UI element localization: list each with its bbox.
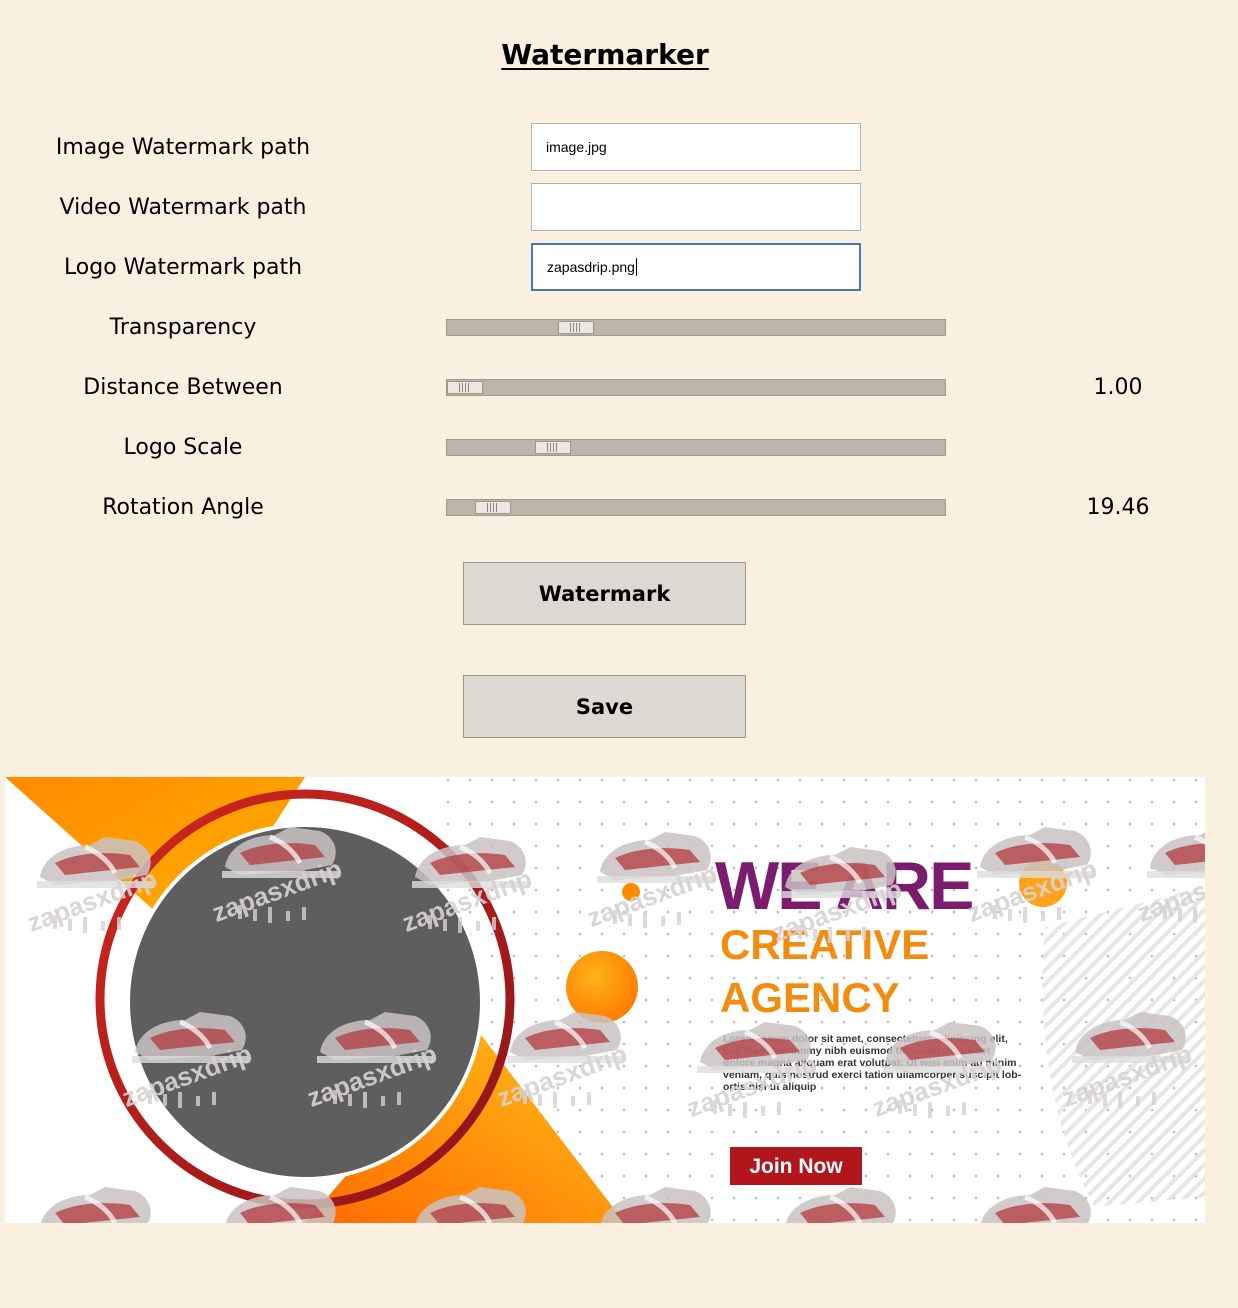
- grip-icon: [487, 503, 499, 512]
- transparency-slider-thumb[interactable]: [558, 321, 594, 334]
- rotation-angle-value: 19.46: [1086, 495, 1150, 520]
- logo-watermark-path-input[interactable]: zapasdrip.png: [531, 243, 861, 291]
- distance-between-label: Distance Between: [83, 375, 283, 400]
- video-watermark-path-label: Video Watermark path: [59, 195, 307, 220]
- watermarked-preview-image: zapasxdrip WE ARE CREATIVE AGENCY Lorem …: [5, 777, 1205, 1223]
- logo-watermark-path-value: zapasdrip.png: [547, 259, 635, 275]
- preview-line3: AGENCY: [720, 974, 900, 1021]
- logo-scale-slider[interactable]: [446, 439, 946, 456]
- distance-between-slider[interactable]: [446, 379, 946, 396]
- image-watermark-path-input[interactable]: image.jpg: [531, 123, 861, 171]
- grip-icon: [459, 383, 471, 392]
- preview-canvas: zapasxdrip WE ARE CREATIVE AGENCY Lorem …: [5, 777, 1205, 1223]
- grip-icon: [547, 443, 559, 452]
- transparency-label: Transparency: [109, 315, 257, 340]
- text-caret: [635, 258, 637, 276]
- rotation-angle-label: Rotation Angle: [102, 495, 264, 520]
- rotation-angle-slider-thumb[interactable]: [475, 501, 511, 514]
- image-watermark-path-label: Image Watermark path: [55, 135, 311, 160]
- logo-scale-label: Logo Scale: [123, 435, 243, 460]
- watermark-button[interactable]: Watermark: [463, 562, 746, 625]
- distance-between-value: 1.00: [1093, 375, 1143, 400]
- logo-watermark-path-label: Logo Watermark path: [63, 255, 303, 280]
- grip-icon: [570, 323, 582, 332]
- video-watermark-path-input[interactable]: [531, 183, 861, 231]
- save-button[interactable]: Save: [463, 675, 746, 738]
- rotation-angle-slider[interactable]: [446, 499, 946, 516]
- transparency-slider[interactable]: [446, 319, 946, 336]
- preview-cta: Join Now: [749, 1155, 843, 1178]
- app-title: Watermarker: [501, 38, 709, 71]
- distance-between-slider-thumb[interactable]: [447, 381, 483, 394]
- logo-scale-slider-thumb[interactable]: [535, 441, 571, 454]
- image-watermark-path-value: image.jpg: [546, 139, 607, 155]
